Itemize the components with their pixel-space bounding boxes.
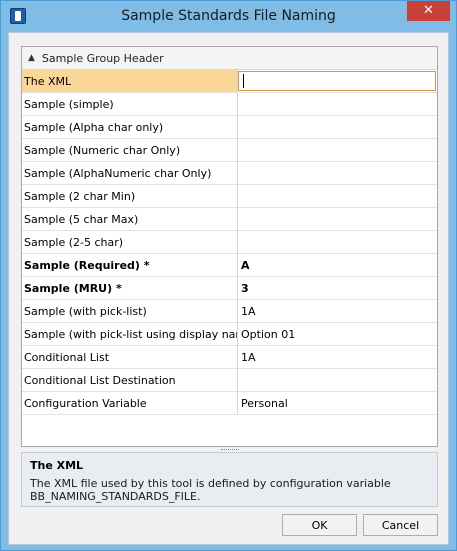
property-row[interactable]: Sample (Required) * A	[22, 254, 437, 277]
property-value[interactable]	[238, 139, 437, 161]
property-row[interactable]: Sample (Alpha char only)	[22, 116, 437, 139]
property-name[interactable]: Sample (Numeric char Only)	[22, 139, 238, 161]
text-caret	[243, 74, 244, 88]
property-value[interactable]: 1A	[238, 300, 437, 322]
property-row[interactable]: Sample (AlphaNumeric char Only)	[22, 162, 437, 185]
property-value[interactable]	[238, 369, 437, 391]
ok-button[interactable]: OK	[282, 514, 357, 536]
property-name[interactable]: The XML	[22, 70, 238, 92]
property-value[interactable]: Personal	[238, 392, 437, 414]
property-value[interactable]	[238, 70, 437, 92]
property-name[interactable]: Sample (5 char Max)	[22, 208, 238, 230]
property-value[interactable]	[238, 116, 437, 138]
property-row[interactable]: The XML	[22, 70, 437, 93]
property-row[interactable]: Sample (with pick-list) 1A	[22, 300, 437, 323]
description-panel: The XML The XML file used by this tool i…	[21, 452, 438, 507]
property-row[interactable]: Sample (MRU) * 3	[22, 277, 437, 300]
property-row[interactable]: Sample (2 char Min)	[22, 185, 437, 208]
property-value[interactable]	[238, 231, 437, 253]
property-row[interactable]: Conditional List 1A	[22, 346, 437, 369]
property-value[interactable]: 1A	[238, 346, 437, 368]
property-name[interactable]: Conditional List	[22, 346, 238, 368]
property-row[interactable]: Sample (simple)	[22, 93, 437, 116]
dialog-window: Sample Standards File Naming ✕ ▲ Sample …	[0, 0, 457, 551]
property-value[interactable]: 3	[238, 277, 437, 299]
property-name[interactable]: Sample (Alpha char only)	[22, 116, 238, 138]
dialog-body: ▲ Sample Group Header The XML Sample (sim…	[8, 32, 449, 545]
property-row[interactable]: Conditional List Destination	[22, 369, 437, 392]
property-value[interactable]	[238, 93, 437, 115]
property-row[interactable]: Sample (5 char Max)	[22, 208, 437, 231]
property-value[interactable]: A	[238, 254, 437, 276]
property-value-editor[interactable]	[238, 71, 436, 91]
property-name[interactable]: Sample (2-5 char)	[22, 231, 238, 253]
close-button[interactable]: ✕	[407, 1, 450, 21]
property-row[interactable]: Sample (Numeric char Only)	[22, 139, 437, 162]
property-name[interactable]: Configuration Variable	[22, 392, 238, 414]
property-name[interactable]: Sample (with pick-list using display nam…	[22, 323, 238, 345]
property-row[interactable]: Sample (with pick-list using display nam…	[22, 323, 437, 346]
property-name[interactable]: Sample (MRU) *	[22, 277, 238, 299]
property-grid: ▲ Sample Group Header The XML Sample (sim…	[21, 46, 438, 447]
property-name[interactable]: Sample (AlphaNumeric char Only)	[22, 162, 238, 184]
cancel-button[interactable]: Cancel	[363, 514, 438, 536]
chevron-up-icon[interactable]: ▲	[28, 53, 35, 63]
property-rows: The XML Sample (simple) Sample (Alpha char…	[22, 70, 437, 415]
description-text: The XML file used by this tool is define…	[30, 477, 391, 503]
property-value[interactable]	[238, 185, 437, 207]
window-title: Sample Standards File Naming	[121, 8, 336, 24]
property-value[interactable]	[238, 208, 437, 230]
property-name[interactable]: Sample (2 char Min)	[22, 185, 238, 207]
property-row[interactable]: Sample (2-5 char)	[22, 231, 437, 254]
property-name[interactable]: Sample (with pick-list)	[22, 300, 238, 322]
property-name[interactable]: Conditional List Destination	[22, 369, 238, 391]
group-header-label: Sample Group Header	[41, 51, 164, 65]
title-bar[interactable]: Sample Standards File Naming ✕	[1, 1, 456, 32]
property-value[interactable]	[238, 162, 437, 184]
group-header[interactable]: ▲ Sample Group Header	[22, 47, 437, 70]
property-name[interactable]: Sample (simple)	[22, 93, 238, 115]
property-row[interactable]: Configuration Variable Personal	[22, 392, 437, 415]
property-name[interactable]: Sample (Required) *	[22, 254, 238, 276]
description-title: The XML	[30, 459, 84, 472]
property-value[interactable]: Option 01	[238, 323, 437, 345]
